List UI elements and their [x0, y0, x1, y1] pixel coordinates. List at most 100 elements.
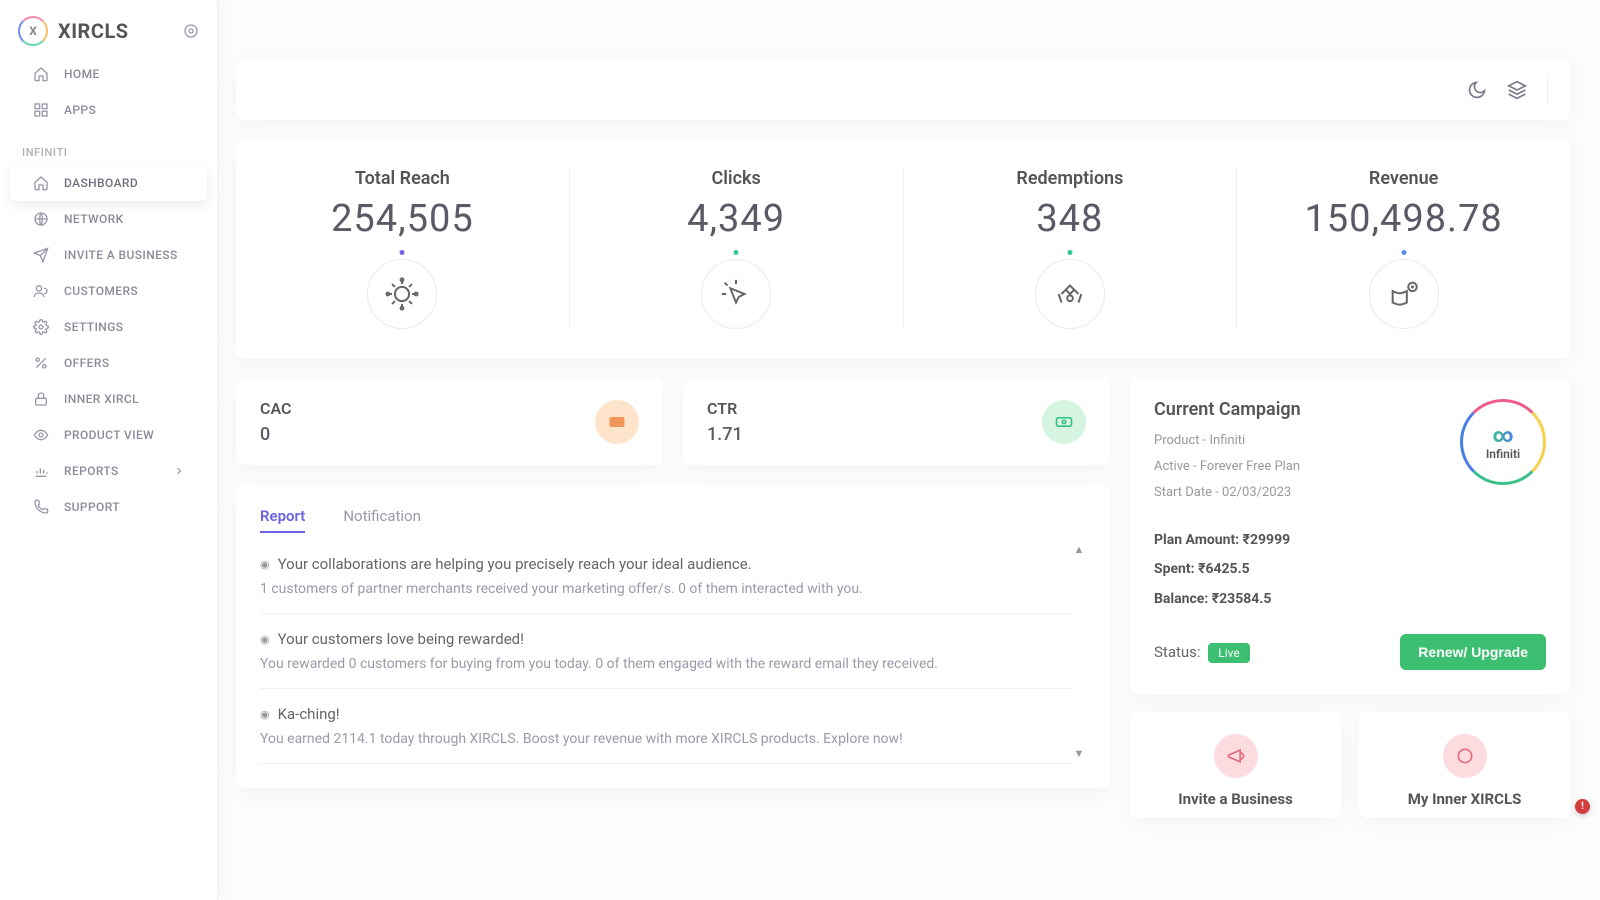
balance-label: Balance:: [1154, 591, 1208, 607]
main: Total Reach 254,505 Clicks 4,349: [218, 0, 1600, 900]
sidebar-item-label: NETWORK: [64, 212, 124, 226]
handshake-icon: [1035, 259, 1105, 329]
globe-icon: [32, 211, 50, 227]
mini-kpi-ctr: CTR 1.71: [683, 379, 1110, 465]
circle-icon: [1443, 734, 1487, 778]
tab-notification[interactable]: Notification: [343, 501, 421, 533]
scroll-up-icon[interactable]: ▲: [1072, 543, 1086, 556]
layers-icon[interactable]: [1507, 80, 1527, 100]
campaign-active: Active - Forever Free Plan: [1154, 454, 1301, 480]
eye-icon: [32, 427, 50, 443]
sidebar-item-product-view[interactable]: PRODUCT VIEW: [10, 417, 207, 453]
reach-icon: [367, 259, 437, 329]
report-title: Your customers love being rewarded!: [260, 630, 1072, 648]
content: Total Reach 254,505 Clicks 4,349: [218, 60, 1600, 838]
chart-icon: [32, 463, 50, 479]
users-icon: [32, 283, 50, 299]
scroll-down-icon[interactable]: ▼: [1072, 747, 1086, 760]
report-item: Your customers love being rewarded! You …: [260, 614, 1072, 689]
mini-kpi-value: 0: [260, 424, 291, 445]
sidebar-item-support[interactable]: SUPPORT: [10, 489, 207, 525]
apps-icon: [32, 102, 50, 118]
sidebar-item-label: SUPPORT: [64, 500, 120, 514]
sidebar-item-settings[interactable]: SETTINGS: [10, 309, 207, 345]
infiniti-logo-text: Infiniti: [1486, 447, 1520, 461]
kpi-value: 348: [914, 197, 1227, 241]
report-subtext: You earned 2114.1 today through XIRCLS. …: [260, 731, 1072, 747]
spent-value: ₹6425.5: [1198, 561, 1250, 577]
percent-icon: [32, 355, 50, 371]
sidebar-item-label: OFFERS: [64, 356, 109, 370]
tab-report[interactable]: Report: [260, 501, 305, 533]
separator: [1547, 77, 1548, 103]
sidebar-item-label: PRODUCT VIEW: [64, 428, 154, 442]
infiniti-logo: ∞ Infiniti: [1460, 399, 1546, 485]
dark-mode-icon[interactable]: [1467, 80, 1487, 100]
kpi-label: Revenue: [1247, 168, 1560, 189]
campaign-product: Product - Infiniti: [1154, 428, 1301, 454]
sidebar-item-label: APPS: [64, 103, 96, 117]
money-icon: [1369, 259, 1439, 329]
sidebar-item-label: INNER XIRCL: [64, 392, 139, 406]
report-title: Ka-ching!: [260, 705, 1072, 723]
topbar: [236, 60, 1570, 120]
plan-value: ₹29999: [1243, 532, 1291, 548]
kpi-value: 150,498.78: [1247, 197, 1560, 241]
sidebar-item-inner-xircl[interactable]: INNER XIRCL: [10, 381, 207, 417]
mini-kpi-cac: CAC 0: [236, 379, 663, 465]
sidebar-item-customers[interactable]: CUSTOMERS: [10, 273, 207, 309]
chevron-right-icon: [173, 465, 185, 477]
sidebar-item-label: REPORTS: [64, 464, 119, 478]
report-item: Ka-ching! You earned 2114.1 today throug…: [260, 689, 1072, 764]
lock-icon: [32, 391, 50, 407]
alert-badge-icon[interactable]: !: [1575, 799, 1590, 814]
mini-kpi-label: CAC: [260, 399, 291, 418]
kpi-value: 254,505: [246, 197, 559, 241]
sidebar-item-label: SETTINGS: [64, 320, 123, 334]
sidebar-item-label: HOME: [64, 67, 100, 81]
phone-icon: [32, 499, 50, 515]
click-icon: [701, 259, 771, 329]
send-icon: [32, 247, 50, 263]
mini-kpi-label: CTR: [707, 399, 743, 418]
kpi-value: 4,349: [580, 197, 893, 241]
quick-actions-row: Invite a Business My Inner XIRCLS: [1130, 712, 1570, 818]
campaign-financials: Plan Amount: ₹29999 Spent: ₹6425.5 Balan…: [1154, 526, 1546, 614]
sidebar: X XIRCLS HOME APPS INFINITI: [0, 0, 218, 900]
tabs: Report Notification: [260, 501, 1086, 533]
sidebar-collapse-icon[interactable]: [183, 23, 199, 39]
kpi-label: Redemptions: [914, 168, 1227, 189]
kpi-redemptions: Redemptions 348: [904, 168, 1238, 329]
sidebar-section-label: INFINITI: [0, 128, 217, 165]
sidebar-item-home[interactable]: HOME: [10, 56, 207, 92]
sidebar-item-dashboard[interactable]: DASHBOARD: [10, 165, 207, 201]
kpi-revenue: Revenue 150,498.78: [1237, 168, 1570, 329]
brand-logo: X: [18, 16, 48, 46]
balance-value: ₹23584.5: [1212, 591, 1272, 607]
renew-upgrade-button[interactable]: Renew/ Upgrade: [1400, 634, 1546, 670]
card-icon: [595, 400, 639, 444]
campaign-start: Start Date - 02/03/2023: [1154, 480, 1301, 506]
kpi-label: Total Reach: [246, 168, 559, 189]
report-subtext: You rewarded 0 customers for buying from…: [260, 656, 1072, 672]
status-label: Status:: [1154, 643, 1201, 661]
sidebar-item-apps[interactable]: APPS: [10, 92, 207, 128]
report-item: Your collaborations are helping you prec…: [260, 539, 1072, 614]
sidebar-item-offers[interactable]: OFFERS: [10, 345, 207, 381]
sidebar-item-invite-business[interactable]: INVITE A BUSINESS: [10, 237, 207, 273]
sidebar-item-reports[interactable]: REPORTS: [10, 453, 207, 489]
dashboard-icon: [32, 175, 50, 191]
sidebar-item-label: CUSTOMERS: [64, 284, 138, 298]
sidebar-item-network[interactable]: NETWORK: [10, 201, 207, 237]
kpi-total-reach: Total Reach 254,505: [236, 168, 570, 329]
quick-invite-business[interactable]: Invite a Business: [1130, 712, 1341, 818]
quick-label: Invite a Business: [1140, 790, 1331, 808]
plan-label: Plan Amount:: [1154, 532, 1239, 548]
sidebar-item-label: INVITE A BUSINESS: [64, 248, 178, 262]
home-icon: [32, 66, 50, 82]
campaign-card: Current Campaign Product - Infiniti Acti…: [1130, 379, 1570, 694]
report-card: Report Notification ▲ Your collaboration…: [236, 485, 1110, 788]
mini-kpi-value: 1.71: [707, 424, 743, 445]
report-body: ▲ Your collaborations are helping you pr…: [260, 539, 1086, 764]
quick-inner-xircls[interactable]: My Inner XIRCLS: [1359, 712, 1570, 818]
